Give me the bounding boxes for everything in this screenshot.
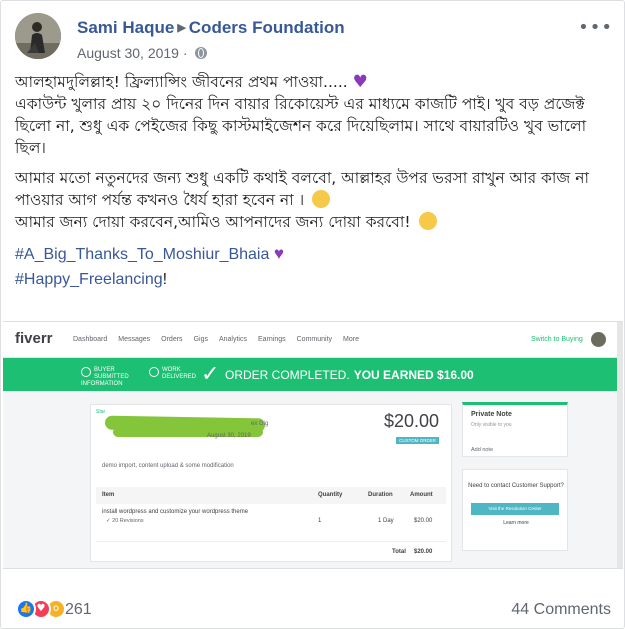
order-table: Item Quantity Duration Amount install wo…	[96, 487, 446, 560]
post-header: Sami Haque ▶ Coders Foundation August 30, …	[15, 13, 615, 61]
post-date[interactable]: August 30, 2019	[77, 45, 179, 61]
smile-emoji-icon	[312, 190, 331, 208]
gig-suffix: ex Gig	[251, 421, 269, 427]
fiverr-avatar	[591, 332, 606, 347]
facebook-post: Sami Haque ▶ Coders Foundation August 30, …	[0, 0, 625, 629]
globe-icon	[195, 47, 208, 59]
purple-heart-icon: ♥	[273, 244, 284, 263]
hashtag-link[interactable]: #A_Big_Thanks_To_Moshiur_Bhaia	[15, 246, 269, 263]
switch-to-buying: Switch to Buying	[531, 336, 583, 343]
author-name[interactable]: Sami Haque	[77, 18, 174, 37]
order-description: demo import, content upload & some modif…	[102, 463, 234, 469]
post-paragraph: আমার মতো নতুনদের জন্য শুধু একটি কথাই বলব…	[15, 169, 589, 231]
meta-separator: ·	[182, 45, 188, 61]
post-paragraph: আলহামদুলিল্লাহ! ফ্রিল্যান্সিং জীবনের প্র…	[15, 72, 587, 157]
hashtag-link[interactable]: #Happy_Freelancing	[15, 271, 163, 288]
screenshot-scrollbar	[617, 322, 623, 568]
purple-heart-icon: ♥	[352, 72, 368, 92]
avatar-photo-icon	[15, 13, 61, 59]
table-total: Total $20.00	[392, 549, 433, 555]
relieved-emoji-icon	[418, 212, 437, 230]
reaction-count[interactable]: 261	[65, 601, 92, 619]
like-reaction-icon: 👍	[16, 599, 36, 619]
order-price: $20.00	[383, 411, 439, 431]
step-work-delivered: WORK DELIVERED	[149, 367, 197, 381]
support-card: Need to contact Customer Support? Visit …	[462, 469, 568, 551]
ellipsis-icon[interactable]: •••	[578, 17, 613, 38]
order-completed-banner: BUYER SUBMITTED INFORMATION WORK DELIVER…	[3, 358, 623, 391]
post-meta: August 30, 2019 ·	[77, 45, 208, 61]
star-label: Star	[96, 409, 106, 415]
comments-link[interactable]: 44 Comments	[511, 601, 611, 619]
attached-screenshot[interactable]: fiverr Dashboard Messages Orders Gigs Analyt…	[3, 321, 623, 569]
share-arrow-icon: ▶	[177, 22, 186, 34]
table-row: install wordpress and customize your wor…	[96, 504, 446, 542]
group-name[interactable]: Coders Foundation	[189, 18, 345, 37]
reaction-icons[interactable]: 👍 ♥ o	[16, 599, 66, 619]
hashtags: #A_Big_Thanks_To_Moshiur_Bhaia ♥ #Happy_…	[15, 241, 615, 292]
order-date: August 30, 2019	[207, 433, 251, 439]
private-note-card: Private Note Only visible to you Add not…	[462, 402, 568, 457]
order-card: Star ex Gig August 30, 2019 $20.00 CUSTO…	[90, 404, 452, 562]
post-body: আলহামদুলিল্লাহ! ফ্রিল্যান্সিং জীবনের প্র…	[15, 71, 615, 292]
author-avatar[interactable]	[15, 13, 61, 59]
checkmark-icon: ✓	[201, 362, 220, 387]
table-header: Item Quantity Duration Amount	[96, 487, 446, 504]
fiverr-logo: fiverr	[15, 330, 53, 347]
post-title-line: Sami Haque ▶ Coders Foundation	[77, 18, 345, 38]
fiverr-topbar: fiverr Dashboard Messages Orders Gigs Analyt…	[3, 322, 623, 358]
step-buyer-info: BUYER SUBMITTED INFORMATION	[81, 367, 129, 387]
fiverr-nav: Dashboard Messages Orders Gigs Analytics Earn…	[73, 336, 359, 343]
post-footer: 👍 ♥ o 261 44 Comments	[1, 581, 625, 627]
custom-order-badge: CUSTOM ORDER	[396, 437, 439, 444]
order-completed-text: ORDER COMPLETED. YOU EARNED $16.00	[225, 368, 474, 382]
